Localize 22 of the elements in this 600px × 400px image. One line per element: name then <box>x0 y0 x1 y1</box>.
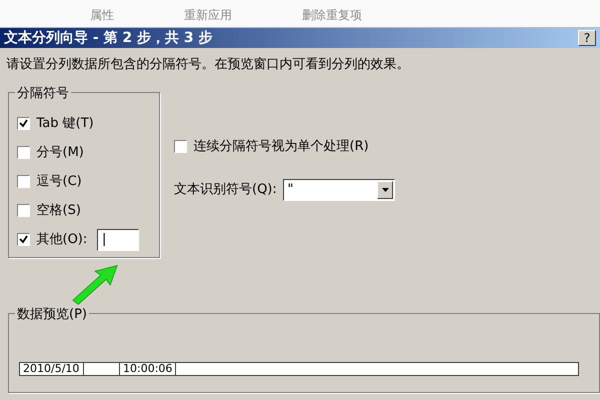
checkbox-label: Tab 键(T) <box>36 114 94 133</box>
checkbox-label: 其他(O): <box>36 230 88 249</box>
checkbox-label: 分号(M) <box>36 144 84 162</box>
checkbox[interactable] <box>174 140 187 154</box>
checkbox-label: 空格(S) <box>36 202 81 220</box>
dropdown-arrow-icon <box>382 188 389 192</box>
window-title: 文本分列向导 - 第 2 步，共 3 步 <box>4 28 213 48</box>
checkbox[interactable] <box>17 146 30 159</box>
checkbox[interactable] <box>17 233 30 246</box>
preview-cell: 2010/5/10 <box>20 363 84 375</box>
checkbox[interactable] <box>17 204 30 217</box>
preview-cell: 10:00:06 <box>120 363 176 375</box>
instruction-text: 请设置分列数据所包含的分隔符号。在预览窗口内可看到分列的效果。 <box>6 56 410 74</box>
help-button[interactable]: ? <box>578 30 596 46</box>
checkbox-label: 连续分隔符号视为单个处理(R) <box>194 138 369 156</box>
checkbox[interactable] <box>17 175 30 188</box>
arrow-icon <box>70 264 120 306</box>
checkbox[interactable] <box>17 117 30 130</box>
qualifier-dropdown[interactable]: " <box>283 178 396 200</box>
checkbox-label: 逗号(C) <box>36 172 82 191</box>
other-delimiter-field[interactable]: | <box>97 228 140 250</box>
qualifier-label: 文本识别符号(Q): <box>174 180 277 199</box>
